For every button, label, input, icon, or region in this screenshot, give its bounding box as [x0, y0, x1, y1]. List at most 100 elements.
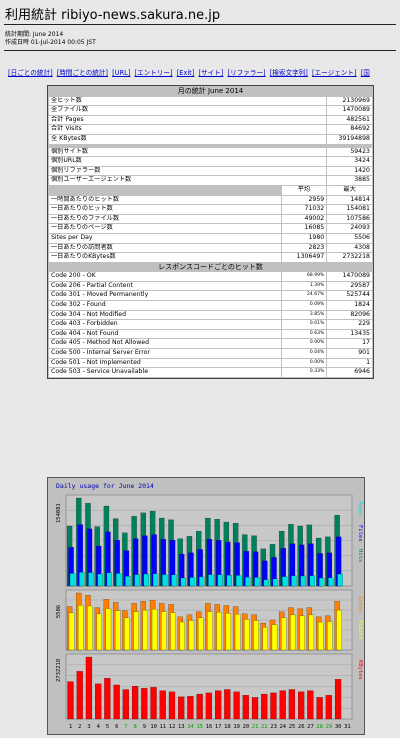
table-row: 合計 Visits 84692 [49, 125, 372, 134]
bar-kbytes [67, 681, 74, 720]
stats-title: 月の統計 June 2014 [49, 87, 372, 96]
bar-visits [198, 617, 204, 651]
bar-kbytes [187, 696, 194, 720]
table-row: 一日あたりのKBytes数 1306497 2732218 [49, 253, 372, 262]
period-text: 統計期間: June 2014 [5, 31, 64, 38]
table-row: Code 206 - Partial Content 1.39% 29587 [49, 281, 372, 291]
x-tick-label: 26 [298, 724, 305, 730]
max-header: 最大 [327, 185, 372, 195]
bar-kbytes [215, 690, 222, 720]
table-row: 全ファイル数 1470089 [49, 106, 372, 115]
nav-country-link[interactable]: [国 [361, 69, 370, 77]
table-row: Code 503 - Service Unavailable 0.33% 6946 [49, 368, 372, 377]
bar-kbytes [122, 689, 129, 720]
x-tick-label: 21 [252, 724, 259, 730]
table-row: 一日あたりのヒット数 71032 154081 [49, 205, 372, 214]
bar-pages [152, 573, 159, 587]
x-tick-label: 19 [233, 724, 240, 730]
nav-search-link[interactable]: [検索文字列] [270, 69, 308, 77]
bar-visits [170, 612, 176, 651]
x-tick-label: 13 [178, 724, 185, 730]
table-row: 一日あたりのページ数 16085 24093 [49, 224, 372, 233]
chart-title: Daily usage for June 2014 [56, 482, 154, 490]
x-tick-label: 4 [97, 724, 101, 730]
nav-referrer-link[interactable]: [リファラー] [228, 69, 266, 77]
x-tick-label: 25 [289, 724, 296, 730]
x-tick-label: 6 [115, 724, 118, 730]
nav-agent-link[interactable]: [エージェント] [312, 69, 357, 77]
x-tick-label: 15 [196, 724, 203, 730]
bar-kbytes [178, 696, 185, 720]
bar-pages [143, 573, 149, 587]
x-tick-label: 16 [206, 724, 213, 730]
table-row: 個別ユーザーエージェント数 3885 [49, 176, 372, 185]
table-row: 全ヒット数 2130969 [49, 96, 372, 106]
monthly-stats-table: 月の統計 June 2014 全ヒット数 2130969 全ファイル数 147008… [47, 85, 374, 379]
avg-header: 平均 [281, 185, 327, 195]
generated-text: 作成日時 01-Jul-2014 00:05 JST [5, 39, 96, 46]
x-tick-label: 1 [69, 724, 72, 730]
bar-visits [179, 621, 185, 651]
y-max-label: 2732218 [56, 659, 62, 682]
bar-kbytes [159, 690, 166, 720]
nav-exit-link[interactable]: [Exit] [177, 69, 195, 77]
x-tick-label: 11 [160, 724, 167, 730]
bar-visits [244, 619, 250, 651]
bar-pages [116, 573, 122, 587]
nav-url-link[interactable]: [URL] [112, 69, 130, 77]
x-tick-label: 9 [143, 724, 146, 730]
bar-visits [327, 621, 333, 651]
bar-kbytes [316, 697, 323, 720]
bar-visits [336, 610, 342, 651]
nav-entry-link[interactable]: [エントリー] [134, 69, 172, 77]
x-tick-label: 8 [134, 724, 137, 730]
table-row: Code 404 - Not Found 0.63% 13435 [49, 329, 372, 339]
bar-pages [263, 579, 269, 587]
bar-pages [134, 574, 140, 587]
bar-visits [87, 605, 93, 651]
x-tick-label: 24 [279, 724, 286, 730]
table-row: 個別リファラー数 1420 [49, 166, 372, 176]
table-row: Code 302 - Found 0.09% 1824 [49, 301, 372, 310]
nav-site-link[interactable]: [サイト] [198, 69, 223, 77]
bar-visits [96, 613, 102, 651]
x-tick-label: 14 [187, 724, 194, 730]
table-row: 一日あたりのファイル数 49002 107586 [49, 214, 372, 224]
table-row: Code 500 - Internal Server Error 0.04% 901 [49, 349, 372, 358]
bar-visits [317, 621, 324, 651]
bar-visits [115, 610, 121, 651]
bar-kbytes [141, 688, 148, 720]
nav-daily-link[interactable]: [日ごとの統計] [8, 69, 53, 77]
table-row: Code 405 - Method Not Allowed 0.00% 17 [49, 339, 372, 349]
bar-pages [300, 575, 306, 587]
legend-label: Hits [357, 549, 363, 562]
codes-title: レスポンスコードごとのヒット数 [49, 262, 372, 272]
table-row: 全 KBytes数 39194898 [49, 134, 372, 144]
divider [4, 24, 396, 25]
bar-kbytes [224, 689, 231, 720]
bar-kbytes [298, 691, 305, 720]
bar-pages [162, 574, 168, 587]
bar-visits [216, 612, 222, 651]
bar-kbytes [233, 691, 240, 720]
bar-visits [68, 612, 75, 651]
y-max-label: 5506 [56, 605, 62, 618]
nav-hourly-link[interactable]: [時間ごとの統計] [57, 69, 108, 77]
bar-pages [235, 575, 242, 587]
bar-pages [125, 576, 131, 587]
bar-kbytes [104, 678, 111, 720]
table-row: 個別URL数 3424 [49, 157, 372, 166]
x-tick-label: 23 [270, 724, 277, 730]
bar-visits [271, 624, 278, 651]
bar-kbytes [334, 679, 342, 720]
bar-kbytes [95, 683, 102, 720]
x-tick-label: 10 [150, 724, 157, 730]
bar-visits [225, 613, 232, 651]
table-row: Code 403 - Forbidden 0.01% 229 [49, 320, 372, 329]
bar-kbytes [251, 697, 259, 720]
bar-pages [199, 576, 205, 587]
nav-bar: [日ごとの統計] [時間ごとの統計] [URL] [エントリー] [Exit] … [8, 67, 372, 77]
x-tick-label: 20 [243, 724, 250, 730]
table-row: Code 200 - OK 68.99% 1470089 [49, 272, 372, 281]
x-tick-label: 18 [224, 724, 231, 730]
